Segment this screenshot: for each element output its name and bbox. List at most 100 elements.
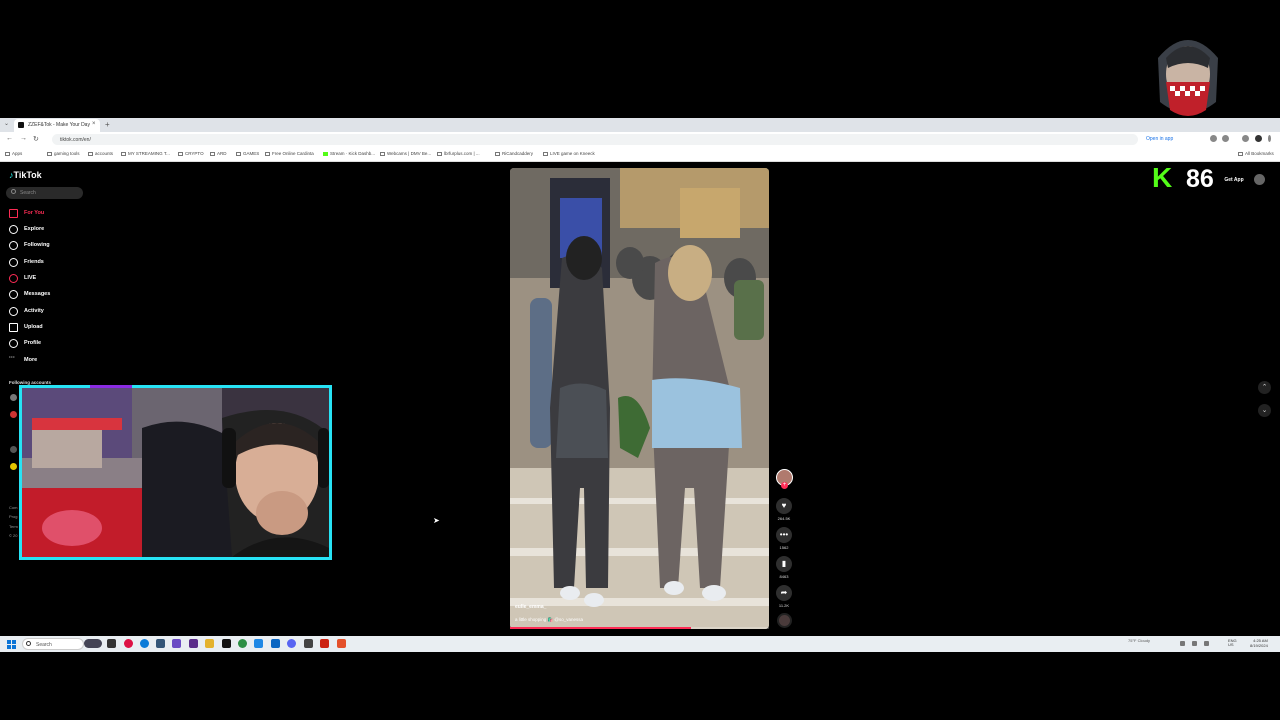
browser-tab[interactable]: ZZEF&Tok - Make Your Day <box>14 119 100 132</box>
site-icon <box>380 151 385 156</box>
like-count: 264.5K <box>777 516 791 521</box>
video-author-name[interactable]: eulle_emma_ <box>515 604 546 610</box>
weather-widget[interactable]: 75°F Cloudy <box>1128 638 1150 643</box>
linkedin-icon[interactable] <box>271 639 280 648</box>
tray-app-icon[interactable] <box>1204 641 1209 646</box>
video-progress-bar[interactable] <box>510 627 769 629</box>
bookmark-link[interactable]: lbrfurplus.com | ... <box>437 151 480 156</box>
app-icon[interactable] <box>156 639 165 648</box>
webcam-image <box>22 388 329 557</box>
live-icon <box>9 274 18 283</box>
footer-link[interactable]: Prog <box>9 514 17 519</box>
browser-menu-icon[interactable] <box>1268 135 1271 142</box>
account-avatar[interactable] <box>10 463 17 470</box>
language-indicator[interactable]: ENG US <box>1228 639 1237 647</box>
kick-icon <box>323 151 328 156</box>
address-bar[interactable]: tiktok.com/en/ <box>52 134 1138 145</box>
previous-video-chevron-up-icon[interactable]: ⌃ <box>1258 381 1271 394</box>
search-placeholder: Search <box>20 190 36 196</box>
bookmark-folder[interactable]: MY STREAMING T... <box>121 151 170 156</box>
tab-search-chevron-icon[interactable]: ⌄ <box>4 120 9 127</box>
folder-icon <box>1238 151 1243 156</box>
folder-icon <box>178 151 183 156</box>
app-icon[interactable] <box>320 639 329 648</box>
viewer-count: 86 <box>1186 165 1214 193</box>
taskbar-search-icon <box>26 641 31 646</box>
bookmark-link[interactable]: Free Online Cardinta <box>265 151 314 156</box>
apps-grid-icon <box>5 151 10 156</box>
get-app-button[interactable]: Get App <box>1218 175 1250 185</box>
task-view-icon[interactable] <box>107 639 116 648</box>
edge-icon[interactable] <box>140 639 149 648</box>
account-avatar[interactable] <box>10 446 17 453</box>
bookmark-folder[interactable]: RiCandcaddery <box>495 151 533 156</box>
taskbar-clock[interactable]: 4:25 AM 8/19/2024 <box>1250 638 1268 648</box>
upload-icon <box>9 323 18 332</box>
app-icon[interactable] <box>304 639 313 648</box>
tiktok-logo[interactable]: ♪TikTok <box>9 170 42 180</box>
share-count: 11.2K <box>778 603 790 608</box>
discord-icon[interactable] <box>287 639 296 648</box>
video-player[interactable] <box>510 168 769 629</box>
clock-date: 8/19/2024 <box>1250 643 1268 648</box>
friends-icon <box>9 258 18 267</box>
share-arrow-icon[interactable]: ➦ <box>776 585 792 601</box>
like-heart-icon[interactable]: ♥ <box>776 498 792 514</box>
teams-icon[interactable] <box>172 639 181 648</box>
bookmark-folder[interactable]: ARD <box>210 151 227 156</box>
extension-icon[interactable] <box>1210 135 1217 142</box>
x-app-icon[interactable] <box>222 639 231 648</box>
folder-icon <box>236 151 241 156</box>
chrome-icon[interactable] <box>124 639 133 648</box>
music-disc-icon[interactable] <box>777 613 792 628</box>
next-video-chevron-down-icon[interactable]: ⌄ <box>1258 404 1271 417</box>
user-avatar[interactable] <box>1254 174 1265 185</box>
tray-app-icon[interactable] <box>1192 641 1197 646</box>
open-in-app-button[interactable]: Open in app <box>1146 136 1173 142</box>
profile-icon[interactable] <box>1255 135 1262 142</box>
bookmark-folder[interactable]: gaming tools <box>47 151 80 156</box>
comment-count: 1562 <box>779 545 789 550</box>
bookmark-link[interactable]: Webcams | DMV Be... <box>380 151 431 156</box>
widgets-icon[interactable] <box>84 639 102 648</box>
search-input[interactable]: Search <box>6 187 83 199</box>
apps-bookmark[interactable]: Apps <box>5 151 22 156</box>
reload-icon[interactable]: ↻ <box>33 135 39 143</box>
app-icon[interactable] <box>238 639 247 648</box>
comment-icon[interactable]: ••• <box>776 527 792 543</box>
new-tab-button[interactable]: + <box>105 120 110 129</box>
folder-icon <box>543 151 548 156</box>
back-arrow-icon[interactable]: ← <box>6 135 13 142</box>
bookmark-folder[interactable]: CRYPTO <box>178 151 204 156</box>
kick-logo: K <box>1152 162 1173 193</box>
forward-arrow-icon[interactable]: → <box>20 135 27 142</box>
extensions-puzzle-icon[interactable] <box>1222 135 1229 142</box>
app-icon[interactable] <box>254 639 263 648</box>
folder-icon <box>88 151 93 156</box>
file-explorer-icon[interactable] <box>205 639 214 648</box>
bookmark-folder[interactable]: LIVE game on Kneeck <box>543 151 595 156</box>
footer-copyright: © 20 <box>9 533 18 538</box>
tray-chevron-icon[interactable] <box>1180 641 1185 646</box>
bookmark-link[interactable]: Stream · Kick Dashb... <box>323 151 375 156</box>
footer-link[interactable]: Term <box>9 524 18 529</box>
profile-icon <box>9 339 18 348</box>
windows-start-icon[interactable] <box>7 640 16 649</box>
bookmark-folder[interactable]: accounts <box>88 151 113 156</box>
account-avatar[interactable] <box>10 411 17 418</box>
webcam-accent-bar <box>90 385 132 388</box>
follow-plus-icon[interactable]: + <box>781 482 788 489</box>
folder-icon <box>47 151 52 156</box>
taskbar-search-placeholder: Search <box>36 642 52 648</box>
site-icon <box>437 151 442 156</box>
bookmark-icon[interactable]: ▮ <box>776 556 792 572</box>
taskbar-search-input[interactable]: Search <box>22 638 84 650</box>
bookmark-star-icon[interactable] <box>1242 135 1249 142</box>
brave-icon[interactable] <box>337 639 346 648</box>
account-avatar[interactable] <box>10 394 17 401</box>
tab-close-icon[interactable]: × <box>92 121 96 127</box>
obs-icon[interactable] <box>189 639 198 648</box>
footer-link[interactable]: Com <box>9 505 17 510</box>
bookmark-folder[interactable]: GAMES <box>236 151 259 156</box>
all-bookmarks-folder[interactable]: All Bookmarks <box>1238 151 1274 156</box>
